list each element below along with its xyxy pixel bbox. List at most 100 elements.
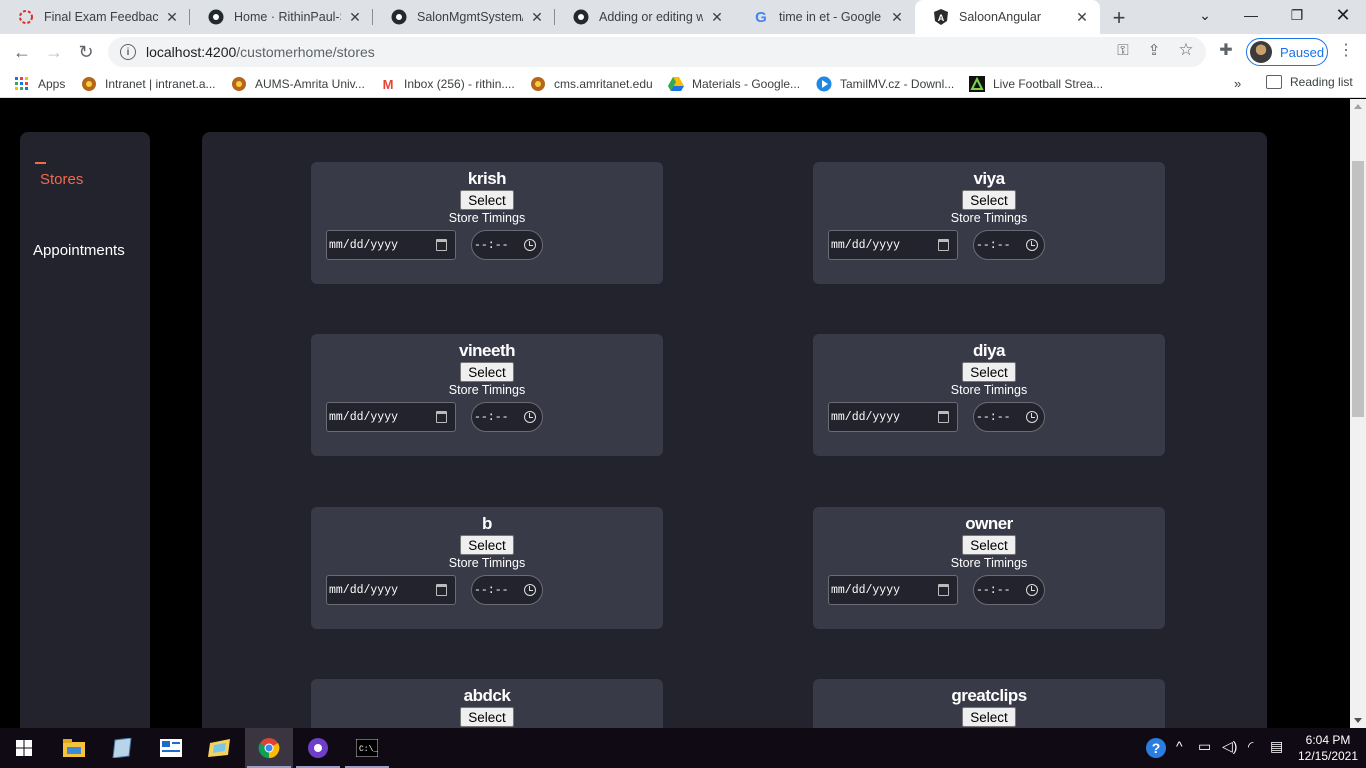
calendar-icon[interactable] (938, 239, 949, 251)
page-scrollbar[interactable] (1350, 99, 1366, 728)
time-input[interactable]: --:-- (471, 230, 543, 260)
store-card: abdck Select Store Timings (311, 679, 663, 728)
new-tab-button[interactable]: + (1106, 5, 1132, 31)
browser-tab[interactable]: Adding or editing wiki ✕ (555, 0, 735, 34)
key-icon[interactable]: ⚿ (1113, 40, 1133, 60)
reload-icon[interactable]: ↻ (72, 38, 100, 66)
date-input[interactable]: mm/dd/yyyy (828, 575, 958, 605)
share-icon[interactable]: ⇪ (1144, 40, 1164, 60)
sidebar-item-stores[interactable]: Stores (40, 171, 83, 188)
close-icon[interactable]: ✕ (529, 9, 545, 25)
browser-tab[interactable]: SalonMgmtSystem/Sa ✕ (373, 0, 555, 34)
bookmark-materials[interactable]: Materials - Google... (668, 75, 800, 93)
file-explorer-icon[interactable] (50, 728, 98, 768)
sidebar-item-appointments[interactable]: Appointments (33, 242, 125, 259)
scrollbar-thumb[interactable] (1352, 161, 1364, 417)
windows-start-icon[interactable] (0, 728, 48, 768)
terminal-icon[interactable]: C:\_ (343, 728, 391, 768)
notebook-icon[interactable] (98, 728, 146, 768)
select-store-button[interactable]: Select (460, 190, 514, 210)
site-info-icon[interactable]: i (120, 44, 136, 60)
close-window-button[interactable]: ✕ (1320, 0, 1366, 30)
bookmark-apps[interactable]: Apps (14, 75, 65, 93)
profile-button[interactable]: Paused (1246, 38, 1328, 66)
extensions-puzzle-icon[interactable]: ✚ (1216, 40, 1236, 60)
clock-icon[interactable] (524, 411, 536, 423)
clock-icon[interactable] (1026, 239, 1038, 251)
scroll-up-icon[interactable] (1354, 104, 1362, 109)
time-input[interactable]: --:-- (973, 402, 1045, 432)
tab-search-icon[interactable]: ⌄ (1182, 0, 1228, 30)
bookmark-football[interactable]: Live Football Strea... (969, 75, 1103, 93)
store-name: abdck (463, 686, 511, 705)
clock-icon[interactable] (524, 584, 536, 596)
scroll-down-icon[interactable] (1354, 718, 1362, 723)
menu-kebab-icon[interactable]: ⋮ (1336, 40, 1356, 60)
taskbar-clock[interactable]: 6:04 PM 12/15/2021 (1290, 732, 1366, 764)
close-icon[interactable]: ✕ (709, 9, 725, 25)
time-input[interactable]: --:-- (471, 402, 543, 432)
tab-strip: Final Exam Feedback: 2 ✕ Home · RithinPa… (0, 0, 1366, 34)
close-icon[interactable]: ✕ (1074, 9, 1090, 25)
github-desktop-icon[interactable] (294, 728, 342, 768)
date-input[interactable]: mm/dd/yyyy (828, 402, 958, 432)
volume-icon[interactable]: ◁) (1222, 738, 1237, 755)
browser-tab[interactable]: G time in et - Google Se ✕ (735, 0, 915, 34)
clock-icon[interactable] (524, 239, 536, 251)
bookmark-tamilmv[interactable]: TamilMV.cz - Downl... (816, 75, 954, 93)
play-icon (816, 76, 832, 92)
select-store-button[interactable]: Select (460, 362, 514, 382)
time-input[interactable]: --:-- (973, 230, 1045, 260)
time-placeholder: --:-- (474, 238, 509, 252)
news-app-icon[interactable] (147, 728, 195, 768)
google-icon: G (755, 8, 767, 26)
date-input[interactable]: mm/dd/yyyy (326, 402, 456, 432)
reading-list-button[interactable]: Reading list (1266, 75, 1353, 89)
calendar-icon[interactable] (436, 411, 447, 423)
date-input[interactable]: mm/dd/yyyy (828, 230, 958, 260)
minimize-button[interactable]: — (1228, 0, 1274, 30)
clock-icon[interactable] (1026, 584, 1038, 596)
browser-tab[interactable]: Home · RithinPaul-Sta ✕ (190, 0, 373, 34)
bookmark-star-icon[interactable]: ☆ (1176, 40, 1196, 60)
chrome-icon[interactable] (245, 728, 293, 768)
clock-icon[interactable] (1026, 411, 1038, 423)
time-input[interactable]: --:-- (471, 575, 543, 605)
close-icon[interactable]: ✕ (889, 9, 905, 25)
sticky-folder-icon[interactable] (196, 728, 244, 768)
keyboard-icon[interactable]: ▤ (1270, 738, 1283, 755)
clock-date: 12/15/2021 (1297, 749, 1359, 763)
select-store-button[interactable]: Select (962, 535, 1016, 555)
select-store-button[interactable]: Select (460, 707, 514, 727)
date-input[interactable]: mm/dd/yyyy (326, 230, 456, 260)
browser-tab[interactable]: Final Exam Feedback: 2 ✕ (0, 0, 190, 34)
close-icon[interactable]: ✕ (347, 9, 363, 25)
select-store-button[interactable]: Select (962, 362, 1016, 382)
close-icon[interactable]: ✕ (164, 9, 180, 25)
bookmark-cms[interactable]: cms.amritanet.edu (530, 75, 653, 93)
browser-tab-active[interactable]: A SaloonAngular ✕ (915, 0, 1100, 34)
select-store-button[interactable]: Select (962, 707, 1016, 727)
battery-icon[interactable]: ▭ (1198, 738, 1211, 755)
bookmark-aums[interactable]: AUMS-Amrita Univ... (231, 75, 365, 93)
help-icon[interactable]: ? (1145, 737, 1167, 762)
tray-chevron-icon[interactable]: ^ (1176, 738, 1183, 754)
wifi-icon[interactable]: ◜ (1248, 738, 1253, 755)
back-arrow-icon[interactable]: ← (8, 38, 36, 66)
calendar-icon[interactable] (436, 239, 447, 251)
select-store-button[interactable]: Select (460, 535, 514, 555)
date-input[interactable]: mm/dd/yyyy (326, 575, 456, 605)
time-input[interactable]: --:-- (973, 575, 1045, 605)
bookmarks-overflow-button[interactable]: » (1234, 76, 1241, 91)
restore-button[interactable]: ❐ (1274, 0, 1320, 30)
bookmark-intranet[interactable]: Intranet | intranet.a... (81, 75, 216, 93)
forward-arrow-icon[interactable]: → (40, 38, 68, 66)
calendar-icon[interactable] (938, 411, 949, 423)
bookmark-label: Intranet | intranet.a... (105, 77, 216, 91)
bookmark-inbox[interactable]: M Inbox (256) - rithin.... (380, 75, 515, 93)
bookmark-label: Inbox (256) - rithin.... (404, 77, 515, 91)
address-bar[interactable]: i localhost:4200/customerhome/stores (108, 37, 1206, 67)
calendar-icon[interactable] (436, 584, 447, 596)
calendar-icon[interactable] (938, 584, 949, 596)
select-store-button[interactable]: Select (962, 190, 1016, 210)
